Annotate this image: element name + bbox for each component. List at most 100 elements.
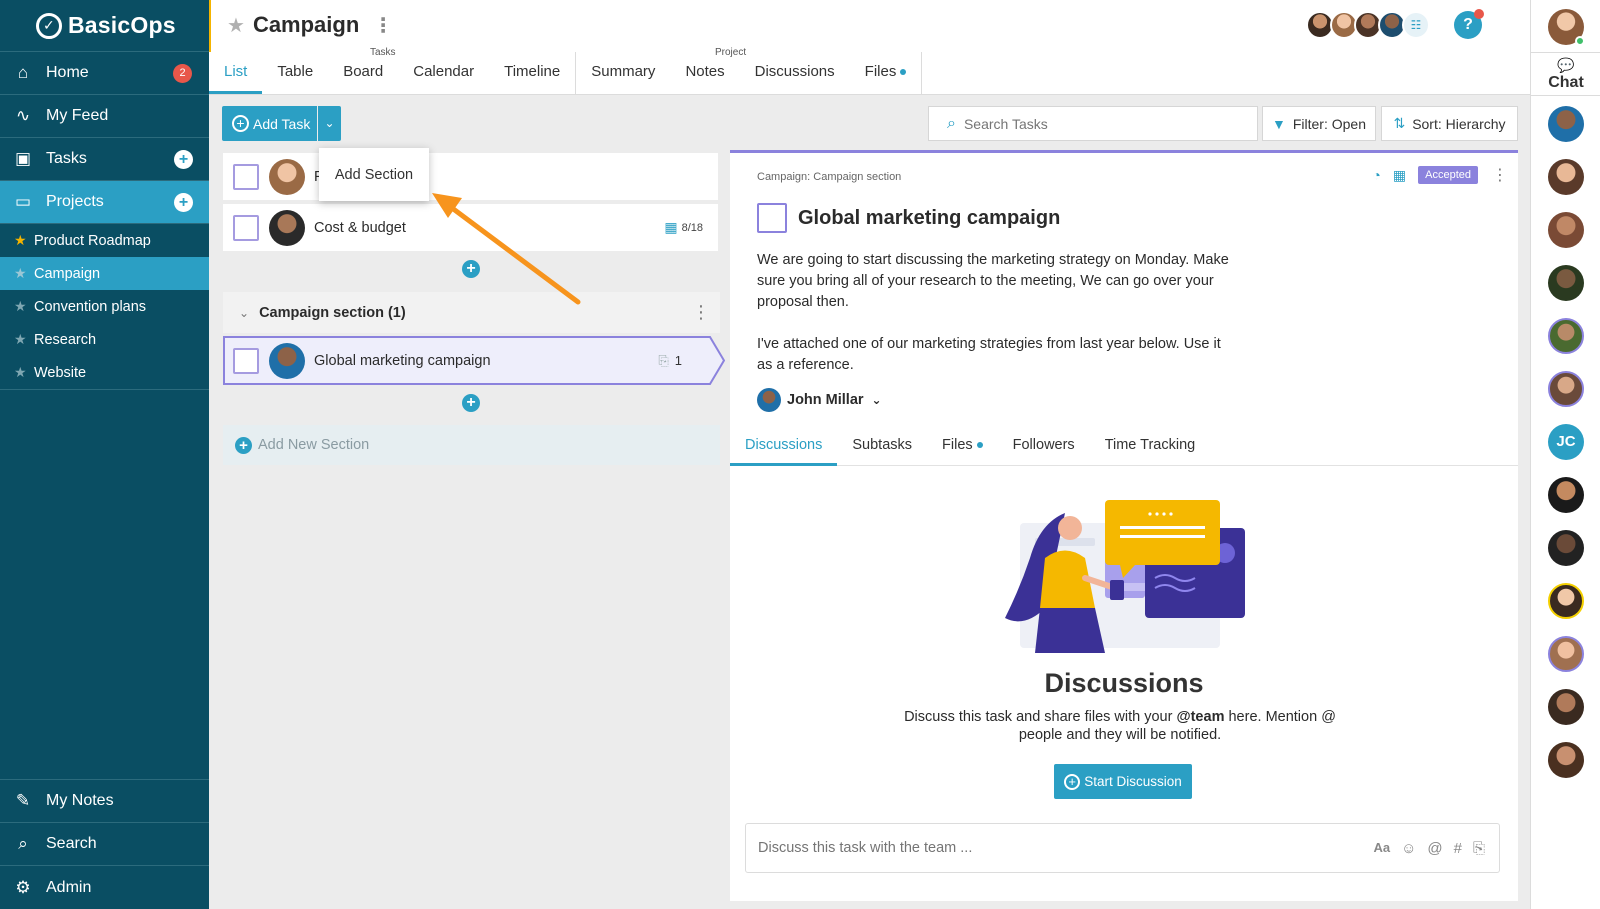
section-menu-icon[interactable]: ⋮: [692, 302, 710, 323]
project-item-research[interactable]: ★ Research: [0, 323, 209, 356]
sort-label: Sort: Hierarchy: [1412, 115, 1506, 132]
project-item-convention-plans[interactable]: ★ Convention plans: [0, 290, 209, 323]
star-icon[interactable]: ★: [14, 232, 28, 249]
add-task-inline-button[interactable]: +: [462, 394, 480, 412]
tab-discussions[interactable]: Discussions: [740, 52, 850, 94]
nav-my-notes[interactable]: ✎ My Notes: [0, 780, 209, 823]
text-format-icon[interactable]: Aa: [1373, 840, 1390, 857]
tab-board[interactable]: Board: [328, 52, 398, 94]
chat-contact-avatar[interactable]: [1548, 212, 1584, 248]
mention-icon[interactable]: @: [1427, 840, 1442, 857]
detail-tab-subtasks[interactable]: Subtasks: [837, 429, 927, 465]
chat-header[interactable]: 💬 Chat: [1531, 52, 1600, 96]
timer-icon[interactable]: ◔: [1372, 167, 1380, 183]
chat-contact-avatar[interactable]: [1548, 371, 1584, 407]
collapse-chevron-icon[interactable]: ⌄: [239, 306, 249, 320]
kebab-menu-icon[interactable]: ⋮: [1492, 165, 1508, 185]
hashtag-icon[interactable]: #: [1454, 840, 1462, 857]
chat-contact-avatar[interactable]: [1548, 742, 1584, 778]
search-tasks-input[interactable]: [963, 115, 1224, 132]
team-mention: @team: [1176, 709, 1225, 725]
detail-tab-time-tracking[interactable]: Time Tracking: [1090, 429, 1211, 465]
tab-notes[interactable]: Notes: [670, 52, 739, 94]
task-complete-checkbox[interactable]: [757, 203, 787, 233]
nav-projects[interactable]: ▭ Projects +: [0, 181, 209, 224]
project-members[interactable]: ☷: [1306, 11, 1430, 39]
assignee-avatar[interactable]: [269, 158, 305, 195]
team-icon[interactable]: ☷: [1402, 11, 1430, 39]
star-icon[interactable]: ★: [14, 298, 28, 315]
tab-list[interactable]: List: [209, 52, 263, 94]
tab-table[interactable]: Table: [262, 52, 328, 94]
emoji-icon[interactable]: ☺: [1401, 840, 1416, 857]
current-user-avatar[interactable]: [1548, 9, 1585, 46]
nav-projects-label: Projects: [46, 193, 104, 210]
project-item-product-roadmap[interactable]: ★ Product Roadmap: [0, 224, 209, 257]
filter-button[interactable]: ▼ Filter: Open: [1262, 106, 1376, 141]
due-date-text: 8/18: [681, 221, 703, 234]
chat-contact-avatar[interactable]: [1548, 689, 1584, 725]
nav-my-feed[interactable]: ∿ My Feed: [0, 95, 209, 138]
chat-contact-initials-avatar[interactable]: JC: [1548, 424, 1584, 460]
breadcrumb[interactable]: Campaign: Campaign section: [757, 171, 901, 183]
nav-home[interactable]: ⌂ Home 2: [0, 52, 209, 95]
task-detail-title[interactable]: Global marketing campaign: [798, 207, 1060, 230]
chat-contact-avatar[interactable]: [1548, 477, 1584, 513]
chat-contact-avatar[interactable]: [1548, 530, 1584, 566]
detail-tab-files[interactable]: Files: [927, 429, 998, 465]
status-badge[interactable]: Accepted: [1418, 166, 1478, 184]
view-tabs: List Table Board Calendar Timeline Summa…: [209, 52, 923, 94]
project-item-website[interactable]: ★ Website: [0, 356, 209, 389]
tab-summary[interactable]: Summary: [576, 52, 670, 94]
task-description[interactable]: We are going to start discussing the mar…: [757, 250, 1237, 397]
task-checkbox[interactable]: [233, 214, 259, 241]
due-date[interactable]: ▦ 8/18: [664, 219, 703, 236]
task-checkbox[interactable]: [233, 163, 259, 190]
selected-task-row[interactable]: Global marketing campaign ⎘ 1: [223, 336, 725, 385]
chat-contact-avatar[interactable]: [1548, 318, 1584, 354]
chat-contact-avatar[interactable]: [1548, 265, 1584, 301]
star-icon[interactable]: ★: [14, 331, 28, 348]
add-task-plus-icon[interactable]: +: [174, 149, 193, 169]
attach-paperclip-icon[interactable]: ⎘: [1473, 840, 1485, 857]
task-checkbox[interactable]: [233, 347, 259, 374]
task-title[interactable]: Cost & budget: [314, 220, 406, 236]
chat-contact-avatar[interactable]: [1548, 636, 1584, 672]
add-new-section-button[interactable]: + Add New Section: [223, 425, 720, 465]
star-icon[interactable]: ★: [14, 364, 28, 381]
chat-contact-avatar[interactable]: [1548, 159, 1584, 195]
assignee-avatar[interactable]: [269, 209, 305, 246]
add-task-dropdown-button[interactable]: ⌄: [318, 106, 341, 141]
project-item-campaign[interactable]: ★ Campaign: [0, 257, 209, 290]
assignee-avatar[interactable]: [269, 342, 305, 379]
favorite-star-icon[interactable]: ★: [227, 13, 245, 38]
project-label: Campaign: [34, 265, 101, 282]
add-project-plus-icon[interactable]: +: [174, 192, 193, 212]
tab-files[interactable]: Files: [850, 52, 922, 94]
assignee-selector[interactable]: John Millar ⌄: [757, 388, 882, 412]
comment-input[interactable]: [758, 840, 1318, 856]
nav-admin[interactable]: ⚙ Admin: [0, 866, 209, 909]
chat-contact-avatar[interactable]: [1548, 583, 1584, 619]
comment-box[interactable]: Aa ☺ @ # ⎘: [745, 823, 1500, 873]
tab-calendar[interactable]: Calendar: [398, 52, 489, 94]
detail-tab-discussions[interactable]: Discussions: [730, 429, 838, 466]
calendar-icon[interactable]: ▦: [1393, 167, 1406, 184]
search-tasks-box[interactable]: ⌕: [928, 106, 1258, 141]
nav-search[interactable]: ⌕ Search: [0, 823, 209, 866]
sort-button[interactable]: ⇅ Sort: Hierarchy: [1381, 106, 1518, 141]
project-label: Product Roadmap: [34, 232, 151, 249]
nav-tasks[interactable]: ▣ Tasks +: [0, 138, 209, 181]
help-icon[interactable]: ?: [1454, 9, 1484, 39]
task-title[interactable]: Global marketing campaign: [314, 353, 491, 369]
tab-timeline[interactable]: Timeline: [489, 52, 575, 94]
description-paragraph: I've attached one of our marketing strat…: [757, 336, 1221, 373]
kebab-menu-icon[interactable]: ⋮: [373, 13, 393, 38]
add-task-button[interactable]: + Add Task: [222, 106, 317, 141]
detail-tab-followers[interactable]: Followers: [998, 429, 1090, 465]
start-discussion-button[interactable]: + Start Discussion: [1054, 764, 1192, 799]
brand-logo[interactable]: ✓ BasicOps: [0, 0, 209, 52]
add-section-menu-item[interactable]: Add Section: [319, 148, 429, 201]
chat-contact-avatar[interactable]: [1548, 106, 1584, 142]
star-icon[interactable]: ★: [14, 265, 28, 282]
